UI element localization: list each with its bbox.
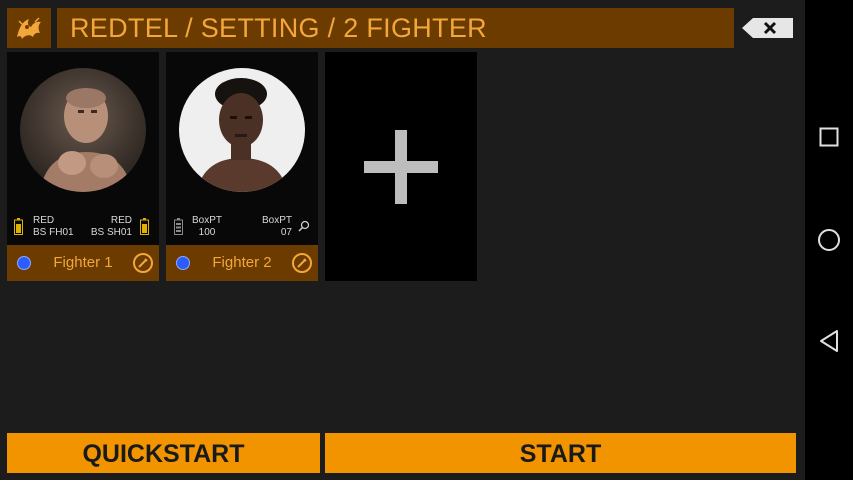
battery-icon [140,218,149,235]
sensor-right-type: RED [110,215,132,226]
sensor-left-id: BS FH01 [33,227,74,238]
edit-button[interactable] [292,253,312,273]
sensor-left-type: BoxPT [192,215,223,226]
pencil-icon [297,258,307,268]
fighter-1-avatar [20,68,146,192]
sensor-left-type: RED [33,215,55,226]
sensor-right-type: BoxPT [261,215,292,226]
sensor-left: BoxPT 100 [192,215,222,239]
home-button[interactable] [813,224,845,256]
plus-icon [364,129,438,204]
sensor-left: RED BS FH01 [33,215,74,239]
backspace-button[interactable] [741,17,794,39]
sensor-right-id: BS SH01 [90,227,132,238]
start-button[interactable]: START [325,433,796,473]
square-icon [819,127,839,147]
sensor-right: BoxPT 07 [262,215,292,239]
fighter-2-avatar [179,68,305,192]
back-button[interactable] [813,325,845,357]
battery-icon [14,218,23,235]
triangle-back-icon [820,330,838,352]
dragon-crest-icon [17,17,41,39]
fighter-2-footer: Fighter 2 [166,245,318,281]
system-nav-bar [805,0,853,480]
pencil-icon [138,258,148,268]
fighter-1-footer: Fighter 1 [7,245,159,281]
sensor-left-id: 100 [198,227,216,238]
edit-button[interactable] [133,253,153,273]
sensor-right-id: 07 [280,227,292,238]
fighter-card-1[interactable]: RED BS FH01 RED BS SH01 Fighter 1 [7,52,159,281]
sensor-right: RED BS SH01 [91,215,132,239]
search-icon[interactable] [298,220,310,232]
app-logo[interactable] [7,8,51,48]
quickstart-button[interactable]: QUICKSTART [7,433,320,473]
circle-icon [818,229,840,251]
page-title: REDTEL / SETTING / 2 FIGHTER [57,8,734,48]
add-fighter-card[interactable] [325,52,477,281]
backspace-icon [742,18,793,38]
fighter-card-2[interactable]: BoxPT 100 BoxPT 07 Fighter 2 [166,52,318,281]
battery-icon [174,218,183,235]
recents-button[interactable] [813,121,845,153]
app-screen: REDTEL / SETTING / 2 FIGHTER RED BS FH01… [0,0,805,480]
